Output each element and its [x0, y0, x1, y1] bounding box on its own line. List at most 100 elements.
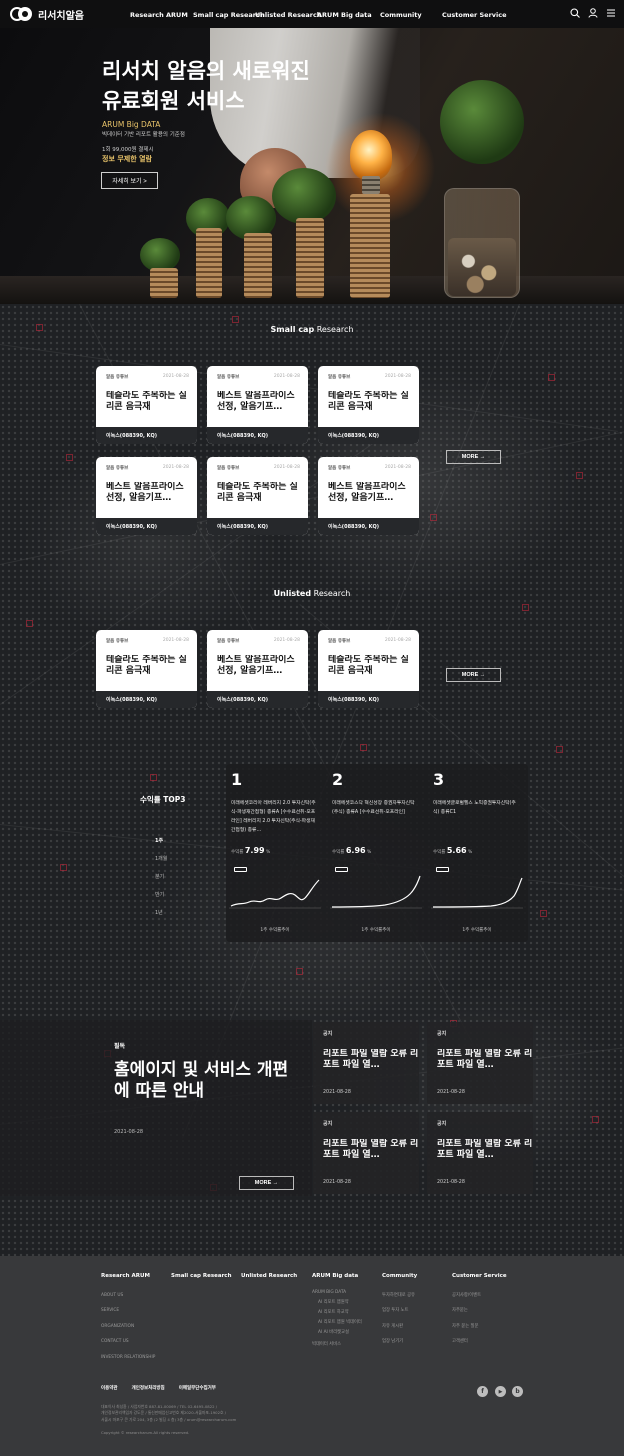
period-tab-1week[interactable]: 1주 [155, 837, 163, 844]
research-card[interactable]: 알음 유튜브 2021-08-28 테슬라도 주목하는 실리콘 음극재 이녹스(… [318, 630, 419, 708]
footer-link[interactable]: ARUM BIG DATA [312, 1288, 362, 1298]
footer-link[interactable]: AI 리포트 앱원약 [312, 1298, 362, 1308]
footer-col-community: Community 투자하면대로 공유 업장 투자 노트 자유 게시판 업장 남… [382, 1273, 417, 1350]
notice-card[interactable]: 공지 리포트 파일 열람 오류 리포트 파일 열… 2021-08-28 [427, 1022, 533, 1104]
menu-customer-service[interactable]: Customer Service [442, 11, 507, 19]
hero-title: 리서치 알음의 새로워진 유료회원 서비스 [102, 56, 342, 116]
logo[interactable]: 리서치알음 [10, 6, 84, 22]
unlisted-section-title: Unlisted Research [273, 589, 351, 598]
card-date: 2021-08-28 [162, 638, 189, 643]
hero-detail-button[interactable]: 자세히 보기 > [101, 172, 158, 189]
facebook-icon[interactable]: f [477, 1386, 488, 1397]
period-tab-half[interactable]: 반기 [155, 891, 164, 898]
email-refusal-link[interactable]: 이메일무단수집거부 [179, 1385, 216, 1391]
footer-link[interactable]: CONTACT US [101, 1334, 155, 1349]
menu-small-cap-research[interactable]: Small cap Research [193, 11, 264, 19]
research-card[interactable]: 알음 유튜브 2021-08-28 베스트 알음프라이스 선정, 알음기프… 이… [207, 366, 308, 444]
rank-return: 수익률 5.66 % [433, 846, 473, 855]
footer-link[interactable]: 업장 투자 노트 [382, 1303, 417, 1318]
card-title: 베스트 알음프라이스 선정, 알음기프… [217, 655, 295, 676]
card-title: 테슬라도 주목하는 실리콘 음극재 [106, 655, 187, 676]
rank-fund-name[interactable]: 미래에셋코스닥 혁신성장 증권자투자신탁(주식) 종류A [수수료선취-오프라인… [332, 799, 418, 817]
hamburger-menu-icon[interactable] [606, 8, 616, 18]
footer-link[interactable]: 자주 묻는 질문 [452, 1319, 507, 1334]
terms-link[interactable]: 이용약관 [101, 1385, 118, 1391]
unlisted-more-button[interactable]: MORE → [446, 668, 501, 682]
featured-notice-title[interactable]: 홈에이지 및 서비스 개편에 따른 안내 [114, 1060, 294, 1102]
notice-must-read-label: 필독 [114, 1043, 126, 1050]
rank-fund-name[interactable]: 미래에셋코리아 레버리지 2.0 투자신탁(주식-파생재간접형) 종류A [수수… [231, 799, 317, 835]
research-card[interactable]: 알음 유튜브 2021-08-28 테슬라도 주목하는 실리콘 음극재 이녹스(… [318, 366, 419, 444]
footer-heading[interactable]: Unlisted Research [241, 1273, 297, 1279]
hero-title-line2: 유료회원 서비스 [102, 89, 245, 113]
menu-unlisted-research[interactable]: Unlisted Research [255, 11, 321, 19]
footer-link[interactable]: 고객센터 [452, 1334, 507, 1349]
small-cap-section-title: Small cap Research [270, 325, 354, 334]
footer-heading[interactable]: ARUM Big data [312, 1273, 362, 1279]
research-card[interactable]: 알음 유튜브 2021-08-28 베스트 알음프라이스 선정, 알음기프… 이… [207, 630, 308, 708]
nav-icons [570, 8, 616, 18]
notice-more-button[interactable]: MORE → [239, 1176, 294, 1190]
footer-link[interactable]: 투자하면대로 공유 [382, 1288, 417, 1303]
research-card[interactable]: 알음 유튜브 2021-08-28 베스트 알음프라이스 선정, 알음기프… 이… [96, 457, 197, 535]
search-icon[interactable] [570, 8, 580, 18]
footer-link[interactable]: 자유 게시판 [382, 1319, 417, 1334]
card-tag: 알음 유튜브 [217, 375, 240, 380]
footer-heading[interactable]: Customer Service [452, 1273, 507, 1279]
menu-community[interactable]: Community [380, 11, 422, 19]
footer-link[interactable]: AI 리포트 앱원 빅데이터 [312, 1318, 362, 1328]
card-tag: 알음 유튜브 [106, 639, 129, 644]
footer-heading[interactable]: Small cap Research [171, 1273, 231, 1279]
user-icon[interactable] [588, 8, 598, 18]
research-card[interactable]: 알음 유튜브 2021-08-28 테슬라도 주목하는 실리콘 음극재 이녹스(… [207, 457, 308, 535]
card-company: 이녹스(088390, KQ) [318, 518, 419, 535]
menu-arum-big-data[interactable]: ARUM Big data [317, 11, 372, 19]
footer-link[interactable]: ORGANIZATION [101, 1319, 155, 1334]
blog-icon[interactable]: b [512, 1386, 523, 1397]
footer-link[interactable]: AI AI 바리켓교설 [312, 1328, 362, 1338]
youtube-icon[interactable]: ▶ [495, 1386, 506, 1397]
card-company: 이녹스(088390, KQ) [318, 691, 419, 708]
research-card[interactable]: 알음 유튜브 2021-08-28 베스트 알음프라이스 선정, 알음기프… 이… [318, 457, 419, 535]
return-trend-chart [330, 875, 422, 909]
top3-panel [226, 764, 528, 942]
footer-link[interactable]: AI 리포트 하교약 [312, 1308, 362, 1318]
footer-heading[interactable]: Research ARUM [101, 1273, 155, 1279]
footer-link[interactable]: 업장 남기기 [382, 1334, 417, 1349]
notice-card-date: 2021-08-28 [323, 1180, 351, 1185]
footer-link[interactable]: SERVICE [101, 1303, 155, 1318]
featured-notice-panel[interactable] [0, 1020, 312, 1196]
research-card[interactable]: 알음 유튜브 2021-08-28 테슬라도 주목하는 실리콘 음극재 이녹스(… [96, 630, 197, 708]
card-tag: 알음 유튜브 [328, 466, 351, 471]
footer-link[interactable]: 공지사항/이벤트 [452, 1288, 507, 1303]
notice-card[interactable]: 공지 리포트 파일 열람 오류 리포트 파일 열… 2021-08-28 [427, 1112, 533, 1194]
period-tab-quarter[interactable]: 분기 [155, 873, 164, 880]
notice-card-label: 공지 [323, 1031, 333, 1037]
card-title: 베스트 알음프라이스 선정, 알음기프… [217, 391, 295, 412]
footer-link[interactable]: ABOUT US [101, 1288, 155, 1303]
rank-return: 수익률 6.96 % [332, 846, 372, 855]
notice-card[interactable]: 공지 리포트 파일 열람 오류 리포트 파일 열… 2021-08-28 [313, 1112, 419, 1194]
footer-link[interactable]: INVESTOR RELATIONSHIP [101, 1350, 155, 1365]
footer-heading[interactable]: Community [382, 1273, 417, 1279]
card-company: 이녹스(088390, KQ) [207, 691, 308, 708]
light-bulb-image [350, 130, 392, 180]
period-tab-1month[interactable]: 1개월 [155, 855, 167, 862]
small-cap-more-button[interactable]: MORE → [446, 450, 501, 464]
notice-card[interactable]: 공지 리포트 파일 열람 오류 리포트 파일 열… 2021-08-28 [313, 1022, 419, 1104]
research-card[interactable]: 알음 유튜브 2021-08-28 테슬라도 주목하는 실리콘 음극재 이녹스(… [96, 366, 197, 444]
rank-number: 1 [231, 770, 243, 789]
footer-col-big-data: ARUM Big data ARUM BIG DATA AI 리포트 앱원약 A… [312, 1273, 362, 1352]
period-tab-1year[interactable]: 1년 [155, 909, 163, 916]
privacy-policy-link[interactable]: 개인정보처리방침 [132, 1385, 165, 1391]
menu-research-arum[interactable]: Research ARUM [130, 11, 188, 19]
footer-link[interactable]: 빅데이터 서비스 [312, 1338, 362, 1352]
hero-subtitle-desc: 빅데이터 기반 리포트 활용의 기준점 [102, 132, 185, 138]
notice-card-label: 공지 [323, 1121, 333, 1127]
footer-link[interactable]: 자주묻는 [452, 1303, 507, 1318]
rank-return: 수익률 7.99 % [231, 846, 271, 855]
card-tag: 알음 유튜브 [217, 466, 240, 471]
rank-fund-name[interactable]: 미래에셋글로벌헬스 노믹증권투자신탁(주식) 종류C1 [433, 799, 519, 817]
card-date: 2021-08-28 [162, 374, 189, 379]
hero-title-line1: 리서치 알음의 새로워진 [102, 59, 310, 83]
